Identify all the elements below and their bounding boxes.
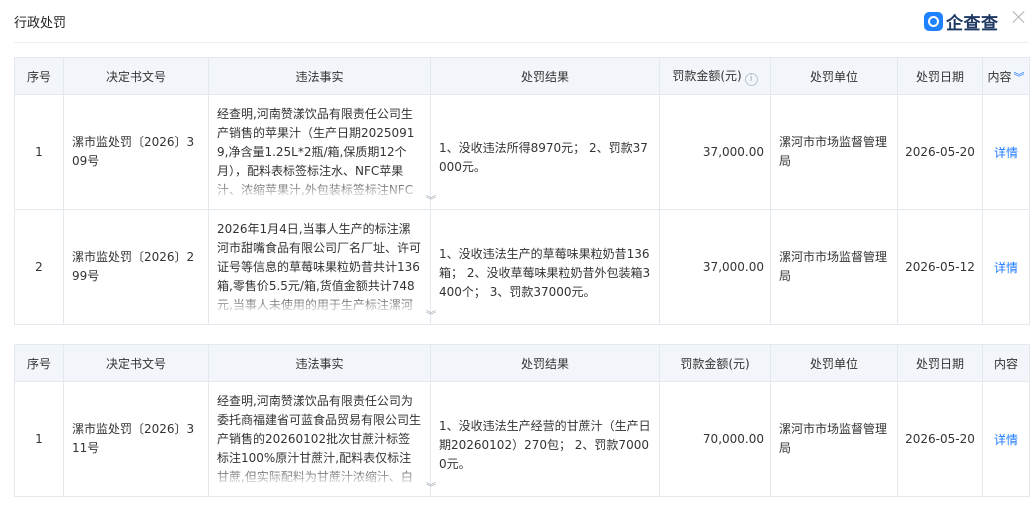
collapse-chevron-icon[interactable]: ︾ <box>1014 71 1025 84</box>
expand-chevron-icon[interactable]: ︾ <box>426 197 436 207</box>
row-amount: 37,000.00 <box>659 209 771 325</box>
panel-title: 行政处罚 <box>14 16 67 31</box>
row-fact: 经查明,河南赞漾饮品有限责任公司生产销售的苹果汁（生产日期20250919,净含… <box>208 94 436 210</box>
header-doc: 决定书文号 <box>63 344 209 382</box>
row-unit-text: 漯河市市场监督管理局 <box>779 135 888 168</box>
table-row: 1 漯市监处罚〔2026〕311号 经查明,河南赞漾饮品有限责任公司为委托商福建… <box>14 381 1030 497</box>
row-doc-text: 漯市监处罚〔2026〕299号 <box>72 250 195 283</box>
header-amount: 罚款金额(元) <box>659 344 771 382</box>
row-fact: 经查明,河南赞漾饮品有限责任公司为委托商福建省可蓝食品贸易有限公司生产销售的20… <box>208 381 436 497</box>
qichacha-logo-icon <box>924 12 943 31</box>
row-doc: 漯市监处罚〔2026〕309号 <box>63 94 209 210</box>
row-fact-text: 经查明,河南赞漾饮品有限责任公司生产销售的苹果汁（生产日期20250919,净含… <box>209 105 430 200</box>
row-no: 1 <box>14 94 64 210</box>
header-fact: 违法事实 <box>208 344 431 382</box>
row-doc-text: 漯市监处罚〔2026〕309号 <box>72 135 195 168</box>
row-fact-text: 2026年1月4日,当事人生产的标注漯河市甜嘴食品有限公司厂名厂址、许可证号等信… <box>209 220 430 315</box>
row-result: 1、没收违法生产经营的甘蔗汁（生产日期20260102）270包； 2、罚款70… <box>430 381 660 497</box>
row-doc: 漯市监处罚〔2026〕311号 <box>63 381 209 497</box>
row-result: 1、没收违法生产的草莓味果粒奶昔136箱； 2、没收草莓味果粒奶昔外包装箱340… <box>430 209 660 325</box>
penalty-table-2: 序号 决定书文号 违法事实 处罚结果 罚款金额(元) 处罚单位 处罚日期 内容 … <box>14 344 1030 497</box>
close-icon[interactable] <box>1009 7 1029 27</box>
header-unit: 处罚单位 <box>770 57 898 95</box>
row-fact-text: 经查明,河南赞漾饮品有限责任公司为委托商福建省可蓝食品贸易有限公司生产销售的20… <box>209 392 430 487</box>
qichacha-logo: 企查查 <box>924 9 999 34</box>
header-result: 处罚结果 <box>430 344 660 382</box>
detail-link[interactable]: 详情 <box>994 433 1018 447</box>
row-content: 详情 <box>982 381 1030 497</box>
row-fact: 2026年1月4日,当事人生产的标注漯河市甜嘴食品有限公司厂名厂址、许可证号等信… <box>208 209 436 325</box>
row-date: 2026-05-12 <box>897 209 983 325</box>
header-no: 序号 <box>14 57 64 95</box>
row-unit: 漯河市市场监督管理局 <box>770 381 898 497</box>
row-doc-text: 漯市监处罚〔2026〕311号 <box>72 422 195 455</box>
row-doc: 漯市监处罚〔2026〕299号 <box>63 209 209 325</box>
row-date: 2026-05-20 <box>897 94 983 210</box>
header-content: 内容 ︾ <box>982 57 1030 95</box>
row-no: 1 <box>14 381 64 497</box>
table-row: 2 漯市监处罚〔2026〕299号 2026年1月4日,当事人生产的标注漯河市甜… <box>14 209 1030 325</box>
row-result: 1、没收违法所得8970元； 2、罚款37000元。 <box>430 94 660 210</box>
header-amount-label: 罚款金额(元) <box>672 68 742 83</box>
row-content: 详情 <box>982 94 1030 210</box>
row-unit-text: 漯河市市场监督管理局 <box>779 250 888 283</box>
header-date: 处罚日期 <box>897 344 983 382</box>
table-header-row: 序号 决定书文号 违法事实 处罚结果 罚款金额(元) 处罚单位 处罚日期 内容 <box>14 344 1030 382</box>
row-amount: 37,000.00 <box>659 94 771 210</box>
header-result: 处罚结果 <box>430 57 660 95</box>
row-content: 详情 <box>982 209 1030 325</box>
row-unit-text: 漯河市市场监督管理局 <box>779 422 888 455</box>
table-row: 1 漯市监处罚〔2026〕309号 经查明,河南赞漾饮品有限责任公司生产销售的苹… <box>14 94 1030 210</box>
header-unit: 处罚单位 <box>770 344 898 382</box>
header-fact: 违法事实 <box>208 57 431 95</box>
detail-link[interactable]: 详情 <box>994 261 1018 275</box>
header-amount: 罚款金额(元) i <box>659 57 771 95</box>
header-no: 序号 <box>14 344 64 382</box>
info-icon[interactable]: i <box>744 72 758 86</box>
detail-link[interactable]: 详情 <box>994 146 1018 160</box>
row-result-text: 1、没收违法所得8970元； 2、罚款37000元。 <box>439 141 648 174</box>
header-divider <box>14 42 1029 43</box>
row-result-text: 1、没收违法生产的草莓味果粒奶昔136箱； 2、没收草莓味果粒奶昔外包装箱340… <box>439 246 651 299</box>
expand-chevron-icon[interactable]: ︾ <box>426 484 436 494</box>
expand-chevron-icon[interactable]: ︾ <box>426 312 436 322</box>
row-no: 2 <box>14 209 64 325</box>
header-content-label: 内容 <box>987 69 1012 84</box>
brand-name: 企查查 <box>946 14 999 34</box>
header-date: 处罚日期 <box>897 57 983 95</box>
penalty-table-1: 序号 决定书文号 违法事实 处罚结果 罚款金额(元) i 处罚单位 处罚日期 内容… <box>14 57 1030 325</box>
row-amount: 70,000.00 <box>659 381 771 497</box>
row-unit: 漯河市市场监督管理局 <box>770 94 898 210</box>
row-result-text: 1、没收违法生产经营的甘蔗汁（生产日期20260102）270包； 2、罚款70… <box>439 418 651 471</box>
table-header-row: 序号 决定书文号 违法事实 处罚结果 罚款金额(元) i 处罚单位 处罚日期 内容… <box>14 57 1030 95</box>
row-date: 2026-05-20 <box>897 381 983 497</box>
header-content: 内容 <box>982 344 1030 382</box>
row-unit: 漯河市市场监督管理局 <box>770 209 898 325</box>
header-doc: 决定书文号 <box>63 57 209 95</box>
